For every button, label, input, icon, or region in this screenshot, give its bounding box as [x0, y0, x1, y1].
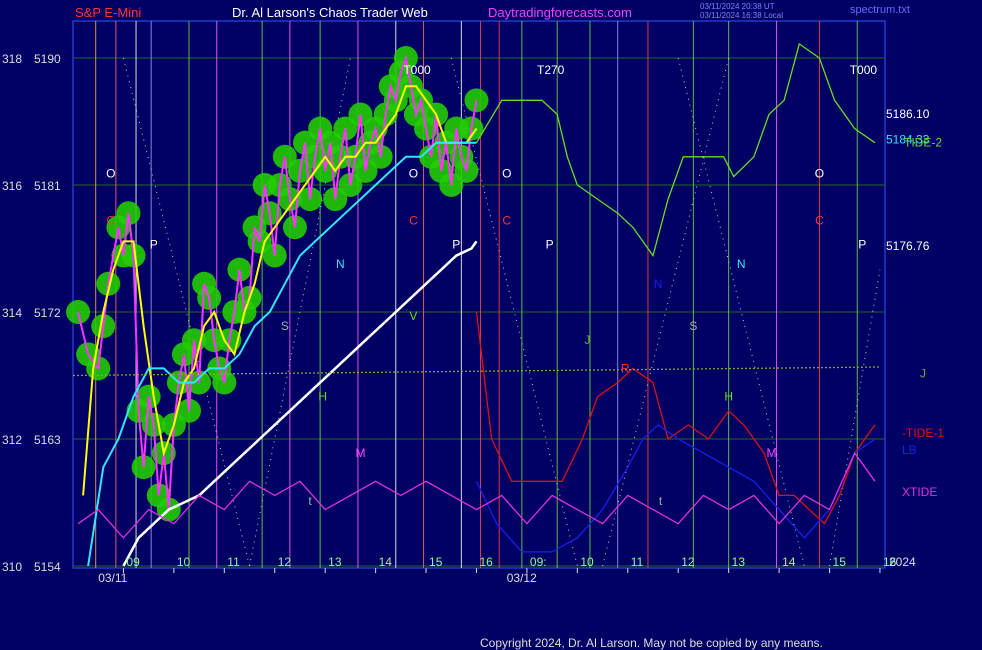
- planet-letter: O: [502, 167, 511, 181]
- chart-title: Dr. Al Larson's Chaos Trader Web: [232, 5, 428, 20]
- planet-letter: M: [767, 446, 777, 460]
- right-value-label: 5186.10: [886, 107, 930, 121]
- y-tick-outer-label: 310: [2, 560, 22, 574]
- planet-letter: S: [689, 319, 697, 333]
- planet-letter: P: [150, 237, 158, 251]
- timestamp-local: 03/11/2024 16:38 Local: [700, 11, 784, 20]
- time-marker-label: T000: [403, 63, 431, 77]
- date-label: 03/12: [507, 571, 537, 585]
- planet-letter: O: [409, 167, 418, 181]
- y-tick-outer-label: 318: [2, 52, 22, 66]
- chaos-trader-chart: 318 5190 316 5181 314 5172 312 5163 310 5154 09 10 1…: [2, 20, 944, 585]
- series-lb: [475, 424, 876, 553]
- x-tick-label: 09:: [530, 555, 547, 569]
- time-marker-label: T270: [537, 63, 565, 77]
- planet-letter: t: [659, 494, 663, 508]
- right-value-label: 5176.76: [886, 239, 930, 253]
- planet-letter: P: [452, 237, 460, 251]
- planet-letter: H: [318, 390, 327, 404]
- time-marker-label: T000: [850, 63, 878, 77]
- y-tick-outer-label: 314: [2, 306, 22, 320]
- date-label: 03/11: [98, 571, 127, 585]
- planet-letter: C: [106, 213, 115, 227]
- x-tick-label: 14: [379, 555, 393, 569]
- y-tick-outer-label: 312: [2, 433, 22, 447]
- source-file: spectrum.txt: [850, 4, 910, 16]
- planet-letter: C: [502, 213, 511, 227]
- planet-letter: M: [355, 446, 365, 460]
- year-label: 2024: [889, 555, 916, 569]
- dotted-arc: [829, 269, 881, 567]
- x-tick-label: 15: [833, 555, 847, 569]
- y-tick-outer-label: 316: [2, 179, 22, 193]
- planet-letter: C: [409, 213, 418, 227]
- y-tick-label: 5181: [34, 179, 61, 193]
- x-tick-label: 10: [177, 555, 191, 569]
- planet-letter: P: [858, 237, 866, 251]
- x-tick-label: 11: [631, 555, 644, 569]
- planet-letter: R: [621, 361, 630, 375]
- series--tide-1: [475, 311, 876, 525]
- x-tick-label: 13: [328, 555, 342, 569]
- x-tick-label: 15: [429, 555, 443, 569]
- y-tick-label: 5172: [34, 306, 61, 320]
- right-series-label: TIDE-2: [904, 135, 942, 149]
- planet-letter: O: [815, 167, 824, 181]
- x-tick-label: 12: [278, 555, 292, 569]
- planet-letter: O: [106, 167, 115, 181]
- instrument-label: S&P E-Mini: [75, 5, 142, 20]
- planet-letter: t: [308, 494, 312, 508]
- planet-letter: H: [724, 390, 733, 404]
- x-tick-label: 16: [479, 555, 493, 569]
- x-tick-label: 10: [580, 555, 594, 569]
- right-series-label: J: [920, 367, 926, 381]
- y-tick-label: 5190: [34, 52, 61, 66]
- right-series-label: LB: [902, 443, 917, 457]
- right-series-label: -TIDE-1: [902, 426, 944, 440]
- x-tick-label: 09: [126, 555, 140, 569]
- planet-letter: N: [654, 277, 663, 291]
- copyright-notice: Copyright 2024, Dr. Al Larson. May not b…: [480, 636, 823, 650]
- site-link[interactable]: Daytradingforecasts.com: [488, 5, 632, 20]
- x-tick-label: 12: [681, 555, 695, 569]
- y-tick-label: 5163: [34, 433, 61, 447]
- planet-letter: C: [815, 213, 824, 227]
- planet-letter: S: [281, 319, 289, 333]
- right-series-label: XTIDE: [902, 485, 937, 499]
- y-tick-label: 5154: [34, 560, 61, 574]
- planet-letter: N: [336, 257, 345, 271]
- planet-letter: N: [737, 257, 746, 271]
- timestamp-ut: 03/11/2024 20:38 UT: [700, 2, 775, 11]
- x-tick-label: 13: [732, 555, 746, 569]
- x-tick-label: 14: [782, 555, 796, 569]
- planet-letter: J: [584, 333, 590, 347]
- x-tick-label: 11: [227, 555, 240, 569]
- planet-letter: P: [546, 237, 554, 251]
- planet-letter: V: [409, 309, 417, 323]
